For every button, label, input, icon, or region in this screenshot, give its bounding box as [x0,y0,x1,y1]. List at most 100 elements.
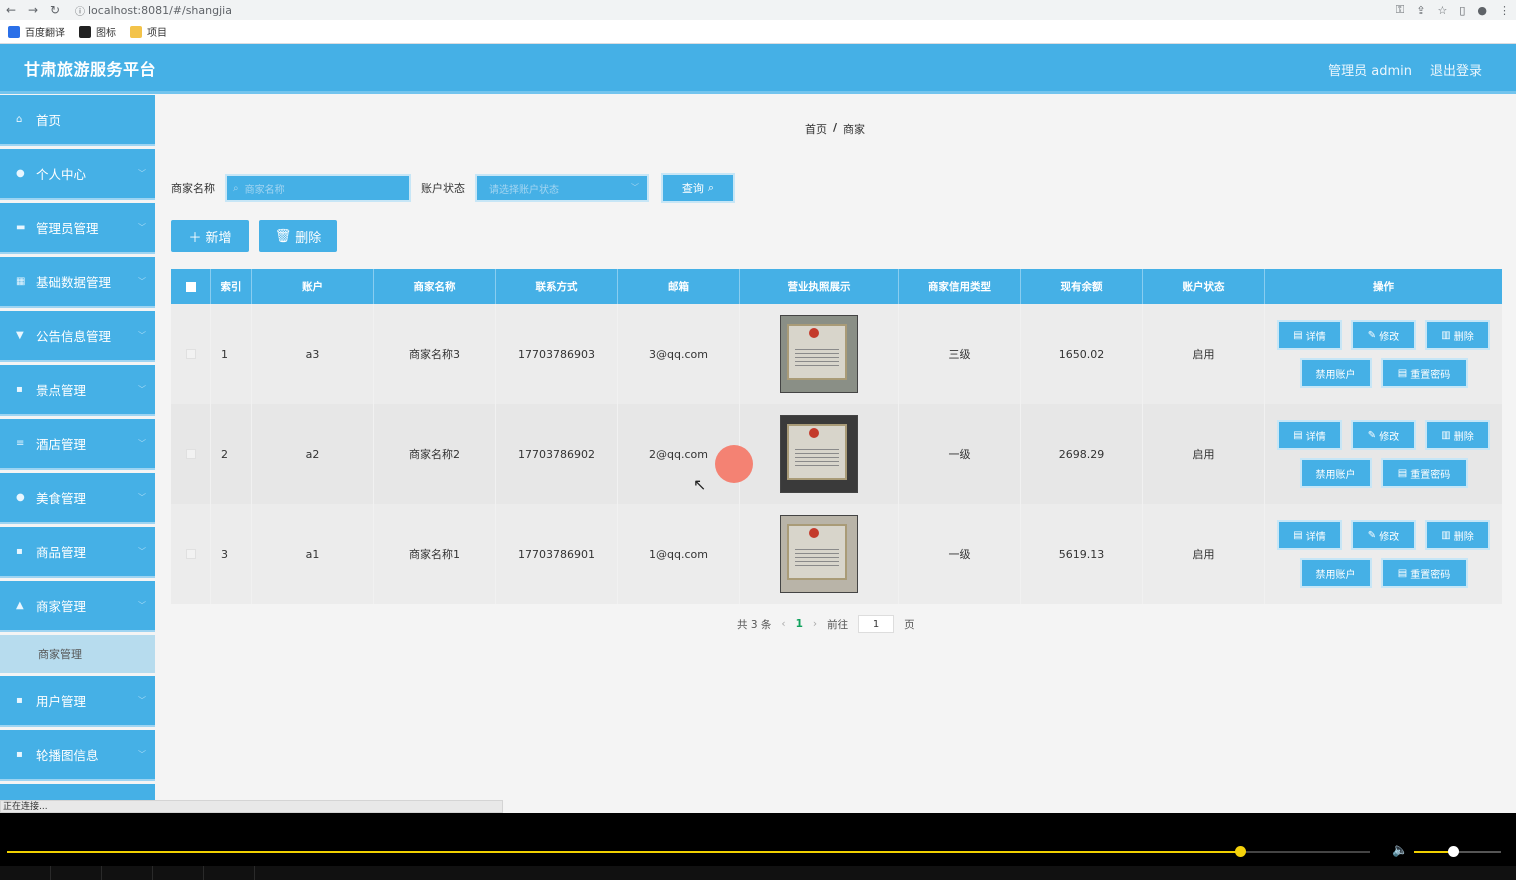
address-bar[interactable]: ⓘ localhost:8081/#/shangjia [72,1,1402,19]
image-icon [79,25,91,38]
sidebar-item-goods[interactable]: ▪ 商品管理 ﹀ [0,527,155,578]
search-icon: ⌕ [233,182,239,194]
delete-button[interactable]: ▥ 删除 [1425,520,1490,550]
profile-icon[interactable]: ● [1477,4,1487,17]
chevron-down-icon: ﹀ [138,277,146,286]
pencil-icon: ✎ [1367,329,1377,341]
key-icon[interactable]: ⚿ [1396,3,1404,17]
sidebar-item-users[interactable]: ▪ 用户管理 ﹀ [0,676,155,727]
total-count: 共 3 条 [737,618,772,631]
bookmark-icons[interactable]: 图标 [79,24,116,39]
row-checkbox[interactable] [185,549,196,559]
disable-account-button[interactable]: 禁用账户 [1299,558,1372,588]
reset-password-button[interactable]: ▤ 重置密码 [1380,558,1468,588]
progress-remaining[interactable] [1240,851,1370,853]
index-cell: 1 [211,304,252,404]
edit-button[interactable]: ✎ 修改 [1351,420,1416,450]
row-select-cell [171,304,211,404]
phone-cell: 17703786901 [496,504,618,604]
account-cell: a3 [252,304,374,404]
operations-cell: ▤ 详情 ✎ 修改 ▥ 删除 禁用账户 ▤ 重置密码 [1265,404,1502,504]
sidebar-item-home[interactable]: ⌂ 首页 [0,95,155,146]
query-button[interactable]: 查询 ⌕ [661,173,735,203]
business-license-image[interactable] [780,515,858,593]
goto-label: 前往 [827,618,849,631]
merchant-name-input[interactable]: ⌕ 商家名称 [225,174,411,202]
sidebar-item-more[interactable] [0,784,155,800]
sidebar-item-admins[interactable]: ▬ 管理员管理 ﹀ [0,203,155,254]
license-cell [740,304,899,404]
next-page-icon[interactable]: › [813,618,817,630]
delete-button[interactable]: ▥ 删除 [1425,320,1490,350]
account-cell: a1 [252,504,374,604]
select-all-checkbox[interactable] [185,281,196,292]
batch-delete-button[interactable]: 🗑 删除 [259,220,337,252]
prev-page-icon[interactable]: ‹ [781,618,785,630]
sidebar-item-personal[interactable]: ● 个人中心 ﹀ [0,149,155,200]
goto-page-input[interactable]: 1 [858,615,895,633]
reload-icon[interactable]: ↻ [44,3,66,17]
sidebar-subitem-merchant-manage[interactable]: 商家管理 [0,635,155,673]
menu-icon[interactable]: ⋮ [1499,4,1510,17]
disable-account-button[interactable]: 禁用账户 [1299,458,1372,488]
add-button[interactable]: ＋ 新增 [171,220,249,252]
notice-icon: ▼ [16,330,24,341]
reset-password-button[interactable]: ▤ 重置密码 [1380,358,1468,388]
status-cell: 启用 [1143,504,1265,604]
business-license-image[interactable] [780,415,858,493]
page-number[interactable]: 1 [796,618,803,630]
forward-icon[interactable]: → [22,3,44,17]
mouse-pointer-icon: ↖ [693,475,707,494]
sidebar-item-carousel[interactable]: ▪ 轮播图信息 ﹀ [0,730,155,781]
back-icon[interactable]: ← [0,3,22,17]
admin-label: 管理员 admin [1328,64,1412,79]
table-row: 3 a1 商家名称1 17703786901 1@qq.com 一级 5619.… [171,504,1502,604]
app-header: 甘肃旅游服务平台 管理员 admin 退出登录 [0,44,1516,94]
detail-button[interactable]: ▤ 详情 [1277,420,1342,450]
operations-cell: ▤ 详情 ✎ 修改 ▥ 删除 禁用账户 ▤ 重置密码 [1265,304,1502,404]
share-icon[interactable]: ⇪ [1416,4,1425,17]
bookmark-fanyi[interactable]: 百度翻译 [8,24,65,39]
chevron-down-icon: ﹀ [138,439,146,448]
detail-button[interactable]: ▤ 详情 [1277,520,1342,550]
trash-icon: ▥ [1441,429,1451,441]
sidebar-item-scenic[interactable]: ▪ 景点管理 ﹀ [0,365,155,416]
progress-played[interactable] [7,851,1240,853]
admin-icon: ▬ [16,222,26,233]
document-icon: ▤ [1397,567,1408,579]
table-header: 索引 账户 商家名称 联系方式 邮箱 营业执照展示 商家信用类型 现有余额 账户… [171,269,1502,304]
edit-button[interactable]: ✎ 修改 [1351,320,1416,350]
pagination: 共 3 条 ‹ 1 › 前往 1 页 [737,615,915,633]
account-cell: a2 [252,404,374,504]
detail-button[interactable]: ▤ 详情 [1277,320,1342,350]
sidebar-item-notice[interactable]: ▼ 公告信息管理 ﹀ [0,311,155,362]
business-license-image[interactable] [780,315,858,393]
bookmark-project[interactable]: 项目 [130,24,167,39]
balance-cell: 5619.13 [1021,504,1143,604]
row-checkbox[interactable] [185,449,196,459]
col-phone: 联系方式 [496,269,618,304]
delete-button[interactable]: ▥ 删除 [1425,420,1490,450]
merchant-name-label: 商家名称 [171,182,215,195]
sidebar-item-merchant[interactable]: ▲ 商家管理 ﹀ [0,581,155,632]
sidebar-item-basic-data[interactable]: ▦ 基础数据管理 ﹀ [0,257,155,308]
email-cell: 1@qq.com [618,504,740,604]
balance-cell: 1650.02 [1021,304,1143,404]
reset-password-button[interactable]: ▤ 重置密码 [1380,458,1468,488]
star-icon[interactable]: ☆ [1437,4,1447,17]
progress-handle[interactable] [1235,846,1246,857]
breadcrumb-home[interactable]: 首页 [805,121,827,137]
chevron-down-icon: ﹀ [631,183,639,192]
edit-button[interactable]: ✎ 修改 [1351,520,1416,550]
sidebar-item-hotel[interactable]: ≡ 酒店管理 ﹀ [0,419,155,470]
row-checkbox[interactable] [185,349,196,359]
volume-icon[interactable]: 🔈 [1392,843,1408,858]
sidepanel-icon[interactable]: ▯ [1459,4,1465,17]
sidebar-item-food[interactable]: ● 美食管理 ﹀ [0,473,155,524]
account-status-select[interactable]: 请选择账户状态 ﹀ [475,174,649,202]
volume-handle[interactable] [1448,846,1459,857]
disable-account-button[interactable]: 禁用账户 [1299,358,1372,388]
volume-remaining[interactable] [1453,851,1501,853]
info-icon[interactable]: ⓘ [72,3,88,18]
logout-link[interactable]: 退出登录 [1430,60,1482,79]
